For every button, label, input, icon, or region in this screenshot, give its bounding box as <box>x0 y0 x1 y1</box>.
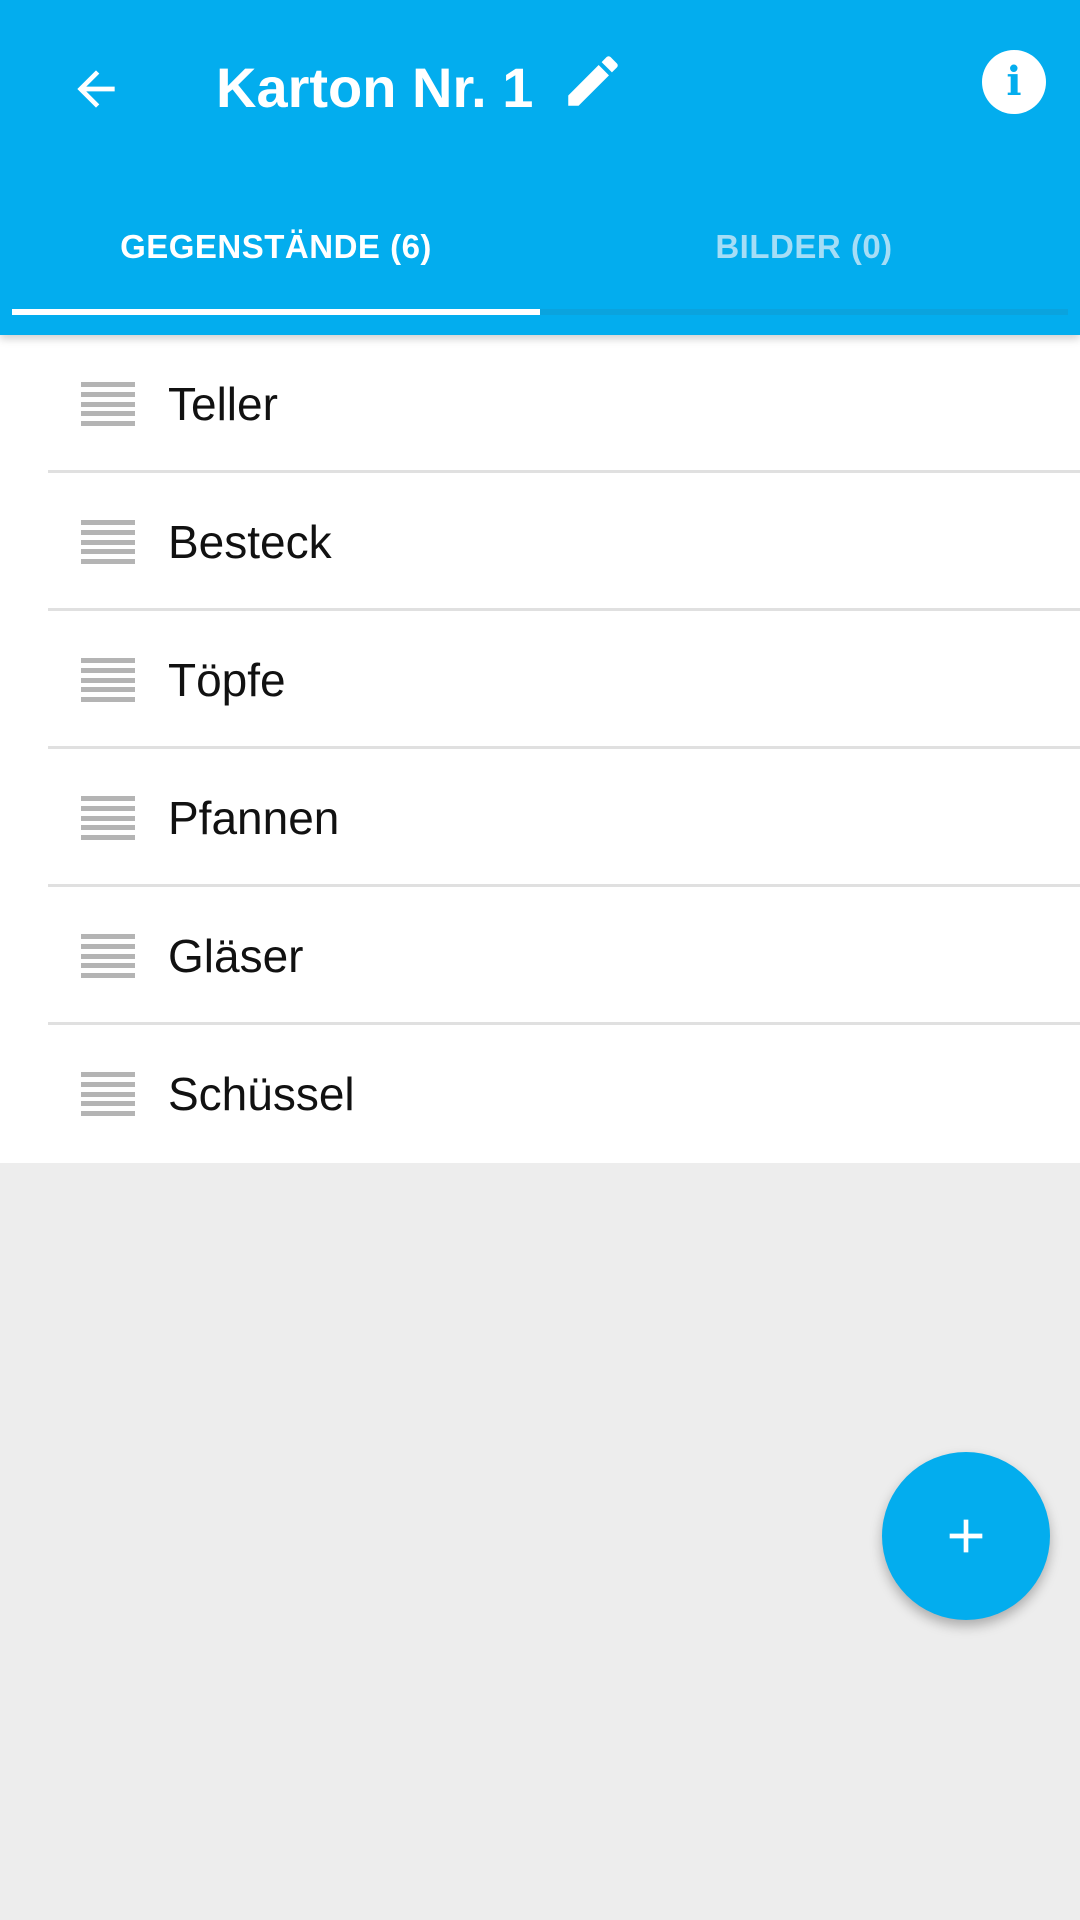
drag-handle-icon[interactable] <box>81 658 135 702</box>
arrow-left-icon <box>77 70 115 108</box>
app-bar: Karton Nr. 1 i GEGENSTÄNDE (6) BILDER (0… <box>0 0 1080 335</box>
edit-title-button[interactable] <box>558 46 628 116</box>
list-item[interactable]: Töpfe <box>0 611 1080 749</box>
list-item-label: Gläser <box>168 930 304 982</box>
tab-indicator <box>12 309 540 315</box>
drag-handle-icon[interactable] <box>81 1072 135 1116</box>
tab-bar: GEGENSTÄNDE (6) BILDER (0) <box>12 200 1068 316</box>
pencil-icon <box>568 56 618 106</box>
list-item-label: Töpfe <box>168 654 286 706</box>
tab-gegenstaende[interactable]: GEGENSTÄNDE (6) <box>12 200 540 316</box>
back-button[interactable] <box>52 45 140 133</box>
list-item[interactable]: Schüssel <box>0 1025 1080 1163</box>
list-item[interactable]: Teller <box>0 335 1080 473</box>
list-item-label: Besteck <box>168 516 332 568</box>
drag-handle-icon[interactable] <box>81 934 135 978</box>
list-item-label: Schüssel <box>168 1068 355 1120</box>
list-item-label: Pfannen <box>168 792 340 844</box>
list-item[interactable]: Pfannen <box>0 749 1080 887</box>
list-item[interactable]: Gläser <box>0 887 1080 1025</box>
drag-handle-icon[interactable] <box>81 520 135 564</box>
tab-bilder[interactable]: BILDER (0) <box>540 200 1068 316</box>
plus-icon <box>949 1519 983 1553</box>
drag-handle-icon[interactable] <box>81 796 135 840</box>
app-screen: Karton Nr. 1 i GEGENSTÄNDE (6) BILDER (0… <box>0 0 1080 1920</box>
item-list: Teller Besteck Töpfe Pfannen Gläser Schü… <box>0 335 1080 1163</box>
info-button[interactable]: i <box>982 50 1046 114</box>
add-item-button[interactable] <box>882 1452 1050 1620</box>
list-item-label: Teller <box>168 378 278 430</box>
drag-handle-icon[interactable] <box>81 382 135 426</box>
list-item[interactable]: Besteck <box>0 473 1080 611</box>
info-icon: i <box>1006 58 1022 105</box>
page-title: Karton Nr. 1 <box>216 56 534 119</box>
